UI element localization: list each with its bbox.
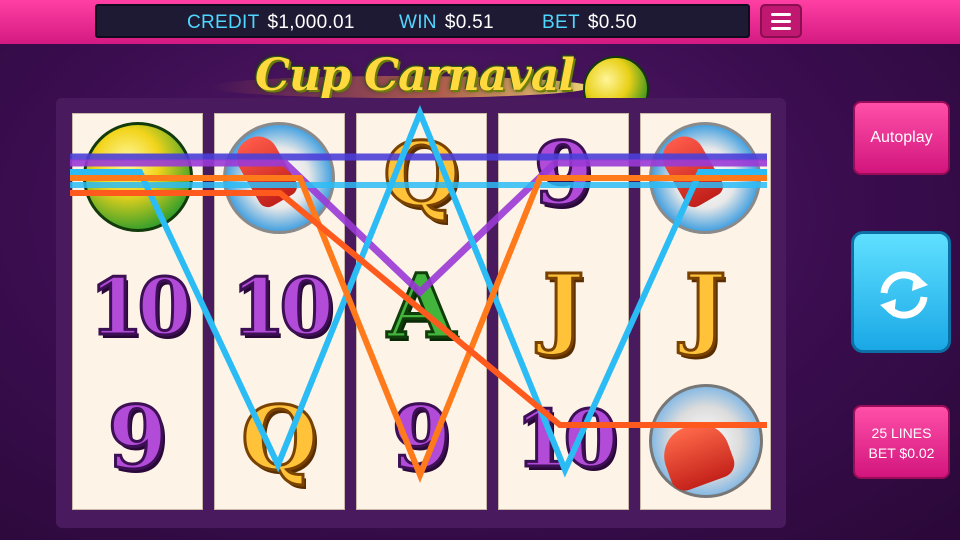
symbol-queen: Q: [240, 385, 320, 492]
autoplay-button[interactable]: Autoplay: [853, 101, 950, 175]
bet-value: $0.50: [587, 12, 637, 33]
symbol-jack: J: [683, 253, 728, 360]
symbol-ten: 10: [230, 261, 336, 355]
reel-2: 10 Q: [214, 113, 345, 510]
credit-value: $1,000.01: [267, 12, 355, 33]
symbol-queen: Q: [382, 121, 462, 228]
bet-display: BET $0.50: [542, 12, 637, 34]
reel-1-symbol-3: 9: [73, 378, 202, 509]
refresh-arrows-icon: [880, 271, 928, 319]
soccer-boot-icon: [649, 122, 761, 234]
lines-bet-button[interactable]: 25 LINES BET $0.02: [853, 405, 950, 479]
reel-2-symbol-3: Q: [215, 378, 344, 509]
symbol-ten: 10: [88, 261, 194, 355]
win-value: $0.51: [444, 12, 494, 33]
soccer-boot-icon: [223, 122, 335, 234]
symbol-ten: 10: [514, 393, 620, 487]
lines-label: 25 LINES: [871, 425, 932, 441]
reel-4: 9 J 10: [498, 113, 629, 510]
reel-4-symbol-1: 9: [499, 114, 628, 246]
credit-display: CREDIT $1,000.01: [187, 12, 355, 34]
symbol-nine: 9: [106, 387, 169, 491]
reel-3-symbol-2: A: [357, 246, 486, 378]
goalkeeper-glove-icon: [649, 384, 763, 498]
reel-2-symbol-1: [215, 114, 344, 246]
reel-4-symbol-3: 10: [499, 378, 628, 509]
symbol-nine: 9: [532, 123, 595, 227]
symbol-jack: J: [541, 253, 586, 360]
win-display: WIN $0.51: [399, 12, 494, 34]
reel-5-symbol-3: [641, 378, 770, 509]
symbol-nine: 9: [390, 387, 453, 491]
win-label: WIN: [399, 12, 437, 33]
reel-3-symbol-3: 9: [357, 378, 486, 509]
soccer-ball-icon: [83, 122, 193, 232]
reel-5-symbol-2: J: [641, 246, 770, 378]
hamburger-menu-icon[interactable]: [760, 4, 802, 38]
reel-3-symbol-1: Q: [357, 114, 486, 246]
symbol-ace: A: [386, 253, 457, 360]
reel-3: Q A 9: [356, 113, 487, 510]
reel-1-symbol-1: [73, 114, 202, 246]
bet-per-line-label: BET $0.02: [868, 445, 935, 461]
bet-label: BET: [542, 12, 580, 33]
status-bar: CREDIT $1,000.01 WIN $0.51 BET $0.50: [95, 4, 750, 38]
reel-1-symbol-2: 10: [73, 246, 202, 378]
reel-5: J: [640, 113, 771, 510]
reel-4-symbol-2: J: [499, 246, 628, 378]
spin-button[interactable]: [851, 231, 951, 353]
reel-2-symbol-2: 10: [215, 246, 344, 378]
credit-label: CREDIT: [187, 12, 260, 33]
reel-1: 10 9: [72, 113, 203, 510]
game-title: Cup Carnaval: [255, 50, 575, 101]
reel-5-symbol-1: [641, 114, 770, 246]
